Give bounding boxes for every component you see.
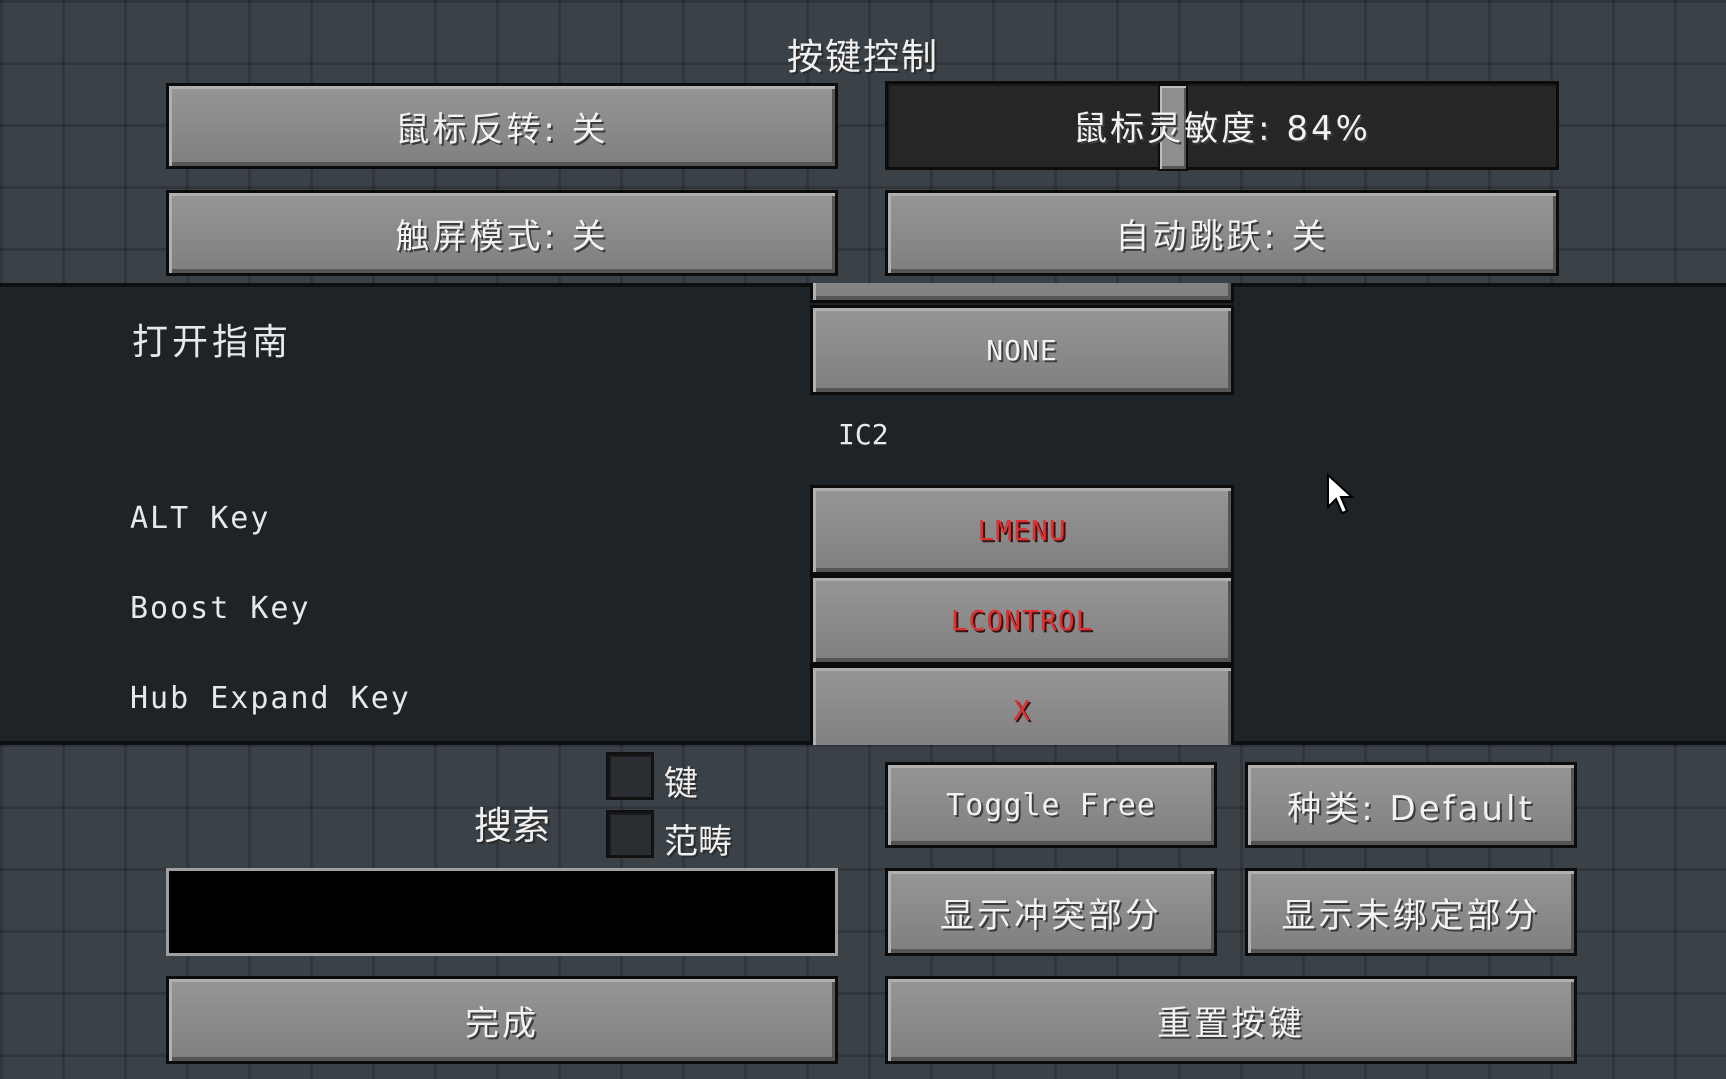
invert-mouse-button[interactable]: 鼠标反转: 关 xyxy=(166,83,838,169)
key-button[interactable]: NONE xyxy=(810,305,1234,395)
key-filter-checkbox[interactable] xyxy=(606,752,654,800)
keybind-label: Boost Key xyxy=(130,591,311,626)
mouse-sensitivity-slider[interactable]: 鼠标灵敏度: 84% xyxy=(885,81,1559,171)
auto-jump-button[interactable]: 自动跳跃: 关 xyxy=(885,190,1559,276)
page-title: 按键控制 xyxy=(786,37,939,78)
touchscreen-mode-button[interactable]: 触屏模式: 关 xyxy=(166,190,838,276)
category-filter-label: 范畴 xyxy=(664,822,732,862)
key-button-conflict[interactable]: LCONTROL xyxy=(810,575,1234,665)
category-header: IC2 xyxy=(838,418,889,451)
keybind-list[interactable]: 打开指南 NONE IC2 ALT Key LMENU Boost Key LC… xyxy=(0,283,1726,745)
key-filter-label: 键 xyxy=(664,764,698,804)
keybind-label: 打开指南 xyxy=(132,322,293,363)
key-button-previous[interactable] xyxy=(810,283,1234,303)
key-button-conflict[interactable]: X xyxy=(810,665,1234,745)
sensitivity-label: 鼠标灵敏度: 84% xyxy=(1073,109,1371,149)
keybind-label: Hub Expand Key xyxy=(130,681,411,716)
show-unbound-button[interactable]: 显示未绑定部分 xyxy=(1245,868,1577,956)
keybind-label: ALT Key xyxy=(130,501,271,536)
show-conflicts-button[interactable]: 显示冲突部分 xyxy=(885,868,1217,956)
mouse-cursor-icon xyxy=(1327,473,1355,515)
category-filter-checkbox[interactable] xyxy=(606,810,654,858)
search-input[interactable] xyxy=(166,868,838,956)
toggle-free-button[interactable]: Toggle Free xyxy=(885,762,1217,848)
done-button[interactable]: 完成 xyxy=(166,976,838,1064)
search-label: 搜索 xyxy=(474,804,551,848)
category-sort-button[interactable]: 种类: Default xyxy=(1245,762,1577,848)
key-button-conflict[interactable]: LMENU xyxy=(810,485,1234,575)
reset-keys-button[interactable]: 重置按键 xyxy=(885,976,1577,1064)
